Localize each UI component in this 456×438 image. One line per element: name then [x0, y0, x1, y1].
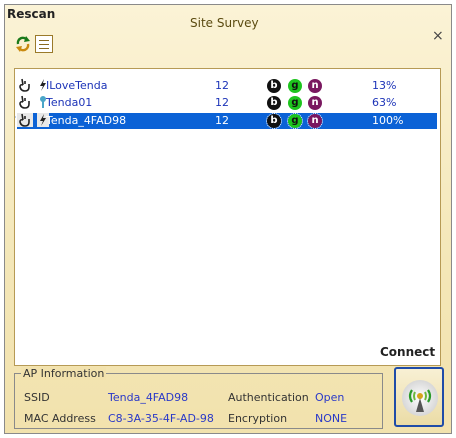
network-row-selected[interactable]: ✔ Tenda_4FAD98 12 b g n 100%: [15, 112, 437, 130]
authentication-value: Open: [315, 391, 345, 404]
hand-icon: [19, 78, 30, 92]
mode-n-badge: n: [308, 79, 322, 93]
list-icon[interactable]: [35, 35, 53, 53]
mode-g-badge: g: [288, 79, 302, 93]
network-row[interactable]: Tenda01 12 b g n 63%: [17, 95, 437, 111]
authentication-label: Authentication: [228, 391, 309, 404]
connect-button[interactable]: [394, 367, 444, 427]
network-channel: 12: [215, 79, 229, 92]
network-ssid: Tenda_4FAD98: [46, 114, 127, 127]
network-signal: 100%: [372, 114, 404, 127]
ssid-label: SSID: [24, 391, 50, 404]
mode-n-badge: n: [307, 113, 323, 129]
ssid-value: Tenda_4FAD98: [108, 391, 189, 404]
mode-b-badge: b: [266, 113, 282, 129]
rescan-title[interactable]: Rescan: [7, 7, 55, 21]
hand-icon: [17, 113, 33, 127]
mac-address-value: C8-3A-35-4F-AD-98: [108, 412, 214, 425]
mode-b-badge: b: [267, 79, 281, 93]
wireless-antenna-icon: [408, 389, 432, 412]
window-title: Site Survey: [190, 16, 259, 30]
hand-icon: [19, 95, 30, 109]
ap-information-legend: AP Information: [21, 367, 107, 380]
checkmark-icon: ✔: [15, 112, 18, 130]
network-list[interactable]: ILoveTenda 12 b g n 13% Tenda01 12 b g n…: [14, 68, 441, 366]
network-row[interactable]: ILoveTenda 12 b g n 13%: [17, 78, 437, 94]
close-button[interactable]: ×: [432, 28, 444, 44]
mode-g-badge: g: [287, 113, 303, 129]
mode-g-badge: g: [288, 96, 302, 110]
mode-b-badge: b: [267, 96, 281, 110]
refresh-icon[interactable]: [14, 35, 32, 53]
mac-address-label: MAC Address: [24, 412, 96, 425]
connect-label: Connect: [380, 345, 436, 359]
network-ssid: ILoveTenda: [46, 79, 108, 92]
network-channel: 12: [215, 114, 229, 127]
encryption-value: NONE: [315, 412, 348, 425]
network-signal: 63%: [372, 96, 397, 109]
network-channel: 12: [215, 96, 229, 109]
encryption-label: Encryption: [228, 412, 288, 425]
mode-n-badge: n: [308, 96, 322, 110]
network-ssid: Tenda01: [46, 96, 93, 109]
network-signal: 13%: [372, 79, 397, 92]
